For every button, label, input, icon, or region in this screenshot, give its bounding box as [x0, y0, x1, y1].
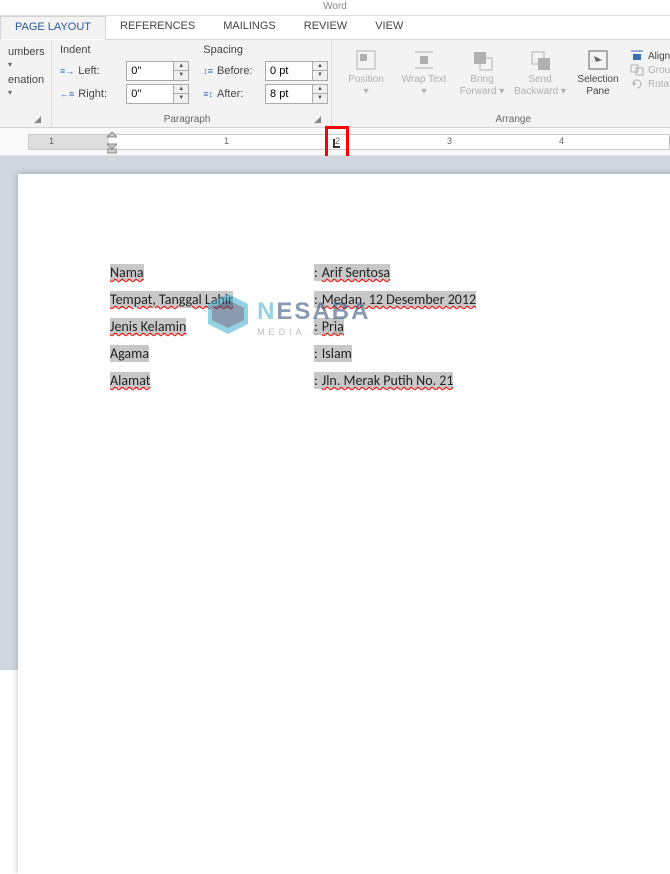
send-backward-icon — [528, 48, 552, 72]
paragraph-group-label: Paragraph — [164, 114, 211, 125]
indent-right-input[interactable] — [126, 84, 174, 104]
spacing-after-down[interactable]: ▼ — [313, 94, 327, 103]
group-button[interactable]: Group ▾ — [630, 64, 670, 76]
indent-left-label: Left: — [78, 65, 122, 77]
doc-field-value: :Pria — [314, 318, 344, 335]
tab-page-layout[interactable]: PAGE LAYOUT — [0, 16, 106, 40]
paragraph-group: Indent Left: ▲▼ Right: ▲▼ — [52, 40, 332, 127]
spacing-after-input[interactable] — [265, 84, 313, 104]
spacing-after-label: After: — [217, 88, 261, 100]
ruler-area: 1 1 2 3 4 5 — [0, 128, 670, 156]
doc-field-value: :Arif Sentosa — [314, 264, 390, 281]
spacing-before-down[interactable]: ▼ — [313, 71, 327, 80]
doc-row[interactable]: Nama :Arif Sentosa — [110, 264, 670, 281]
doc-field-value: :Islam — [314, 345, 352, 362]
wrap-text-icon — [412, 48, 436, 72]
title-bar: Word — [0, 0, 670, 16]
rotate-button[interactable]: Rotate ▾ — [630, 78, 670, 90]
doc-field-label: Tempat, Tanggal Lahir — [110, 291, 233, 308]
page[interactable]: Nama :Arif Sentosa Tempat, Tanggal Lahir :M… — [18, 174, 670, 874]
document-area: Nama :Arif Sentosa Tempat, Tanggal Lahir :M… — [0, 156, 670, 670]
tab-view[interactable]: VIEW — [361, 16, 417, 39]
selection-pane-icon — [586, 48, 610, 72]
group-icon — [630, 64, 644, 76]
hyphenation-button[interactable]: enation — [8, 72, 43, 100]
doc-row[interactable]: Jenis Kelamin :Pria — [110, 318, 670, 335]
doc-field-label: Jenis Kelamin — [110, 318, 186, 335]
indent-right-down[interactable]: ▼ — [174, 94, 188, 103]
wrap-text-button[interactable]: Wrap Text ▾ — [398, 48, 450, 98]
spacing-after-icon — [203, 88, 213, 100]
ribbon: umbers enation ◢ Indent Left: ▲▼ Right: — [0, 40, 670, 128]
rotate-icon — [630, 78, 644, 90]
indent-marker[interactable] — [107, 132, 117, 154]
doc-field-value: :Jln. Merak Putih No. 21 — [314, 372, 453, 389]
page-setup-launcher[interactable]: ◢ — [8, 114, 43, 125]
spacing-before-input[interactable] — [265, 61, 313, 81]
spacing-before-up[interactable]: ▲ — [313, 62, 327, 71]
tab-review[interactable]: REVIEW — [290, 16, 361, 39]
doc-row[interactable]: Tempat, Tanggal Lahir :Medan, 12 Desember… — [110, 291, 670, 308]
indent-right-up[interactable]: ▲ — [174, 85, 188, 94]
align-icon — [630, 50, 644, 62]
spacing-before-label: Before: — [217, 65, 261, 77]
send-backward-button[interactable]: Send Backward ▾ — [514, 48, 566, 98]
doc-field-label: Nama — [110, 264, 144, 281]
bring-forward-icon — [470, 48, 494, 72]
horizontal-ruler[interactable]: 1 1 2 3 4 5 — [28, 134, 670, 150]
arrange-group-label: Arrange — [340, 114, 670, 125]
doc-row[interactable]: Alamat :Jln. Merak Putih No. 21 — [110, 372, 670, 389]
indent-right-label: Right: — [78, 88, 122, 100]
doc-field-label: Alamat — [110, 372, 150, 389]
indent-right-icon — [60, 88, 74, 100]
doc-field-label: Agama — [110, 345, 149, 362]
tab-mailings[interactable]: MAILINGS — [209, 16, 290, 39]
indent-left-up[interactable]: ▲ — [174, 62, 188, 71]
indent-left-icon — [60, 65, 74, 77]
spacing-before-icon — [203, 65, 213, 77]
position-icon — [354, 48, 378, 72]
line-numbers-button[interactable]: umbers — [8, 44, 43, 72]
selection-pane-button[interactable]: Selection Pane — [572, 48, 624, 98]
page-setup-group-partial: umbers enation ◢ — [0, 40, 52, 127]
spacing-after-up[interactable]: ▲ — [313, 85, 327, 94]
indent-heading: Indent — [60, 44, 189, 56]
doc-field-value: :Medan, 12 Desember 2012 — [314, 291, 476, 308]
tab-references[interactable]: REFERENCES — [106, 16, 209, 39]
indent-left-input[interactable] — [126, 61, 174, 81]
bring-forward-button[interactable]: Bring Forward ▾ — [456, 48, 508, 98]
position-button[interactable]: Position▾ — [340, 48, 392, 98]
ribbon-tabs: PAGE LAYOUT REFERENCES MAILINGS REVIEW V… — [0, 16, 670, 40]
doc-row[interactable]: Agama :Islam — [110, 345, 670, 362]
paragraph-launcher[interactable]: ◢ — [314, 114, 323, 125]
spacing-heading: Spacing — [203, 44, 328, 56]
indent-left-down[interactable]: ▼ — [174, 71, 188, 80]
arrange-group: Position▾ Wrap Text ▾ Bring Forward ▾ Se… — [332, 40, 670, 127]
align-button[interactable]: Align ▾ — [630, 50, 670, 62]
